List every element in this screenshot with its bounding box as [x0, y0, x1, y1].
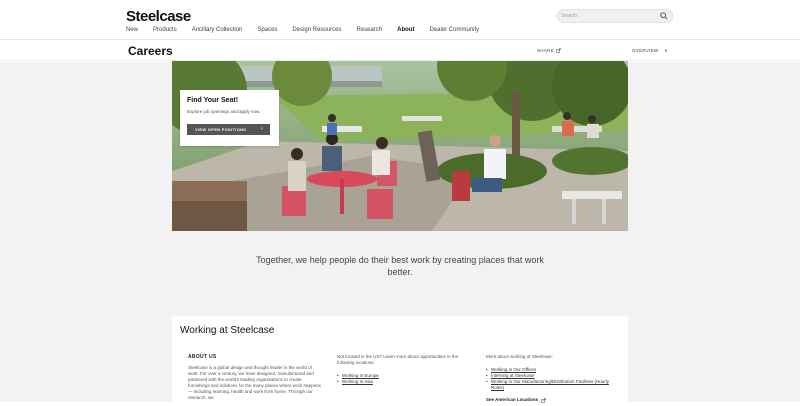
share-button[interactable]: SHARE [537, 48, 561, 53]
overview-dropdown[interactable]: OVERVIEW [632, 48, 659, 53]
chevron-right-icon: › [261, 126, 263, 132]
working-at-steelcase-section: Working at Steelcase ABOUT US Steelcase … [172, 316, 628, 406]
locations-column: Not located in the US? Learn more about … [337, 354, 467, 385]
nav-dealer-community[interactable]: Dealer Community [429, 27, 479, 33]
more-about-column: More about working at Steelcase: Working… [486, 354, 621, 403]
nav-products[interactable]: Products [153, 27, 177, 33]
nav-research[interactable]: Research [356, 27, 382, 33]
about-us-column: ABOUT US Steelcase is a global design an… [188, 354, 323, 401]
nav-design-resources[interactable]: Design Resources [292, 27, 341, 33]
card-subtitle: Explore job openings and apply now. [187, 109, 261, 114]
search-box[interactable] [557, 9, 673, 23]
external-link-icon [556, 48, 561, 53]
see-american-locations-link[interactable]: See American Locations [486, 397, 621, 403]
more-about-links: Working in Our Offices Interning at Stee… [486, 367, 621, 391]
chevron-down-icon[interactable]: ▼ [664, 48, 668, 53]
main-nav: New Products Ancillary Collection Spaces… [126, 27, 494, 33]
page-title: Careers [128, 44, 173, 58]
nav-ancillary-collection[interactable]: Ancillary Collection [192, 27, 243, 33]
steelcase-logo[interactable]: Steelcase [126, 8, 191, 25]
search-icon[interactable] [660, 12, 668, 20]
more-about-intro: More about working at Steelcase: [486, 354, 553, 359]
locations-intro: Not located in the US? Learn more about … [337, 354, 459, 365]
search-input[interactable] [561, 10, 656, 22]
view-open-positions-button[interactable]: VIEW OPEN POSITIONS › [187, 124, 270, 135]
manufacturing-link[interactable]: Working in Our Manufacturing/Distributio… [486, 379, 621, 391]
mission-tagline: Together, we help people do their best w… [256, 255, 544, 277]
page-subheader: Careers SHARE OVERVIEW ▼ [0, 41, 800, 61]
section-title: Working at Steelcase [180, 325, 275, 336]
hero-image [172, 61, 628, 231]
button-label: VIEW OPEN POSITIONS [195, 127, 247, 132]
site-header: Steelcase New Products Ancillary Collect… [0, 0, 800, 40]
locations-links: Working in Europe Working in Asia [337, 373, 467, 385]
find-your-seat-card: Find Your Seat! Explore job openings and… [180, 90, 279, 146]
card-title: Find Your Seat! [187, 97, 239, 104]
about-us-heading: ABOUT US [188, 354, 217, 360]
nav-spaces[interactable]: Spaces [257, 27, 277, 33]
see-more-label: See American Locations [486, 397, 539, 402]
working-in-asia-link[interactable]: Working in Asia [337, 379, 467, 385]
share-label: SHARE [537, 48, 555, 53]
nav-about[interactable]: About [397, 27, 414, 33]
about-us-text: Steelcase is a global design and thought… [188, 365, 321, 400]
nav-new[interactable]: New [126, 27, 138, 33]
